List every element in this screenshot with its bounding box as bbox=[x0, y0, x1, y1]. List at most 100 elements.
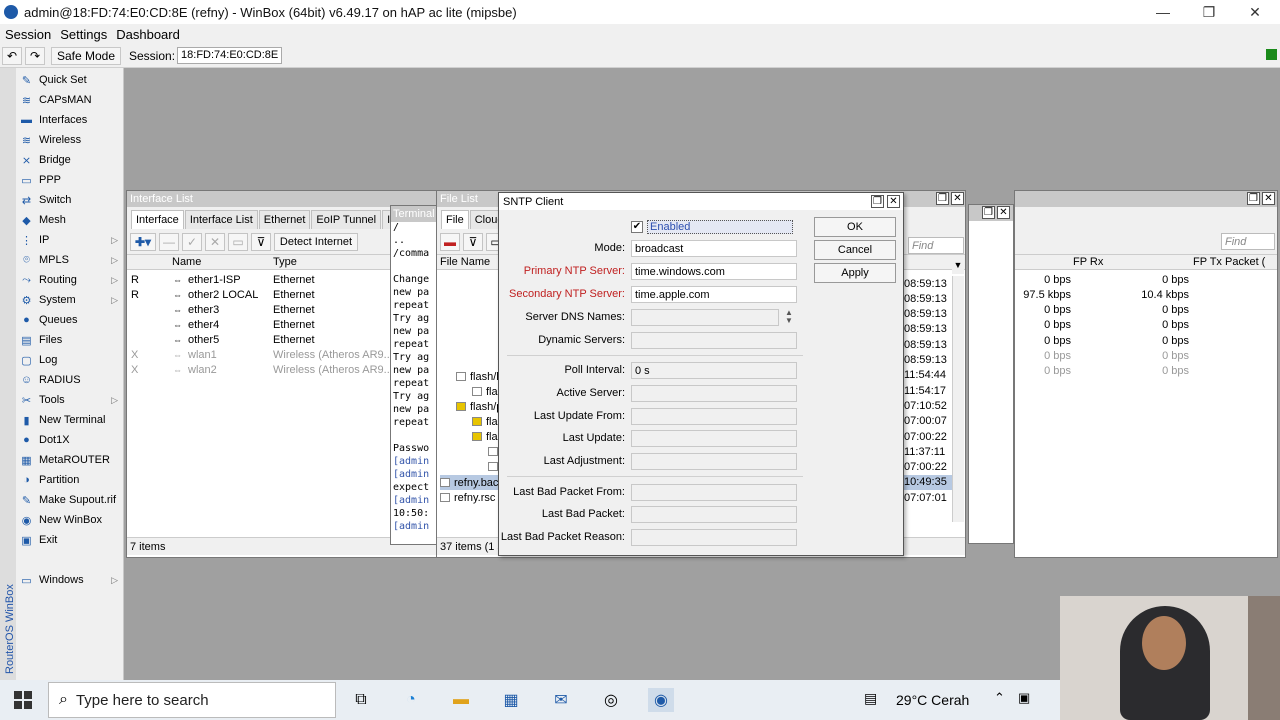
add-icon[interactable]: ✚▾ bbox=[130, 232, 156, 251]
cancel-button[interactable]: Cancel bbox=[814, 240, 896, 260]
tab-eoip-tunnel[interactable]: EoIP Tunnel bbox=[311, 210, 382, 229]
edge-icon[interactable]: ◔ bbox=[398, 688, 424, 712]
close-sntp-icon[interactable]: ✕ bbox=[887, 195, 900, 208]
traffic-find-input[interactable]: Find bbox=[1221, 233, 1275, 250]
obs-icon[interactable]: ◎ bbox=[598, 688, 624, 712]
sidebar-item-ip[interactable]: ⋮ IP ▷ bbox=[16, 230, 124, 250]
sidebar-item-system[interactable]: ⚙ System ▷ bbox=[16, 290, 124, 310]
column-name[interactable]: Name bbox=[172, 256, 201, 268]
enable-icon[interactable]: ✓ bbox=[182, 232, 202, 251]
primary-ntp-field[interactable]: time.windows.com bbox=[631, 263, 797, 280]
column-fp-tx[interactable]: FP Tx Packet ( bbox=[1193, 256, 1265, 268]
start-icon[interactable] bbox=[14, 691, 32, 709]
sidebar-item-radius[interactable]: ☺ RADIUS bbox=[16, 370, 124, 390]
remove-icon[interactable]: — bbox=[159, 232, 179, 251]
maximize-sntp-icon[interactable]: ❐ bbox=[871, 195, 884, 208]
sidebar-item-files[interactable]: ▤ Files bbox=[16, 330, 124, 350]
tab-interface[interactable]: Interface bbox=[131, 210, 184, 229]
file-filter-icon[interactable]: ⊽ bbox=[463, 232, 483, 251]
tray-network-icon[interactable]: ▣ bbox=[1018, 690, 1030, 706]
close-file-list-icon[interactable]: ✕ bbox=[951, 192, 964, 205]
tab-file[interactable]: File bbox=[441, 210, 469, 229]
file-row[interactable]: refny.bac bbox=[440, 475, 502, 490]
sidebar-item-dot1x[interactable]: ● Dot1X bbox=[16, 430, 124, 450]
taskbar-search[interactable]: ⌕ Type here to search bbox=[48, 682, 336, 718]
traffic-row[interactable]: 0 bps 0 bps bbox=[1015, 318, 1277, 333]
file-row[interactable]: flash/l bbox=[456, 369, 499, 384]
sidebar-item-switch[interactable]: ⇄ Switch bbox=[16, 190, 124, 210]
sidebar-item-routing[interactable]: ⤳ Routing ▷ bbox=[16, 270, 124, 290]
tab-ethernet[interactable]: Ethernet bbox=[258, 210, 311, 229]
maximize-blank-icon[interactable]: ❐ bbox=[982, 206, 995, 219]
sidebar-item-mesh[interactable]: ◆ Mesh bbox=[16, 210, 124, 230]
winbox-taskbar-icon[interactable]: ◉ bbox=[648, 688, 674, 712]
file-row[interactable]: refny.rsc bbox=[440, 490, 495, 505]
close-button[interactable]: ✕ bbox=[1232, 0, 1278, 24]
menu-session[interactable]: Session bbox=[5, 27, 51, 42]
sidebar-item-windows[interactable]: ▭ Windows ▷ bbox=[16, 570, 124, 590]
sidebar-item-tools[interactable]: ✂ Tools ▷ bbox=[16, 390, 124, 410]
sidebar-item-metarouter[interactable]: ▦ MetaROUTER bbox=[16, 450, 124, 470]
sidebar-item-new-winbox[interactable]: ◉ New WinBox bbox=[16, 510, 124, 530]
sidebar-item-wireless[interactable]: ≋ Wireless bbox=[16, 130, 124, 150]
sidebar-item-mpls[interactable]: ⌾ MPLS ▷ bbox=[16, 250, 124, 270]
ok-button[interactable]: OK bbox=[814, 217, 896, 237]
apply-button[interactable]: Apply bbox=[814, 263, 896, 283]
file-explorer-icon[interactable]: ▬ bbox=[448, 688, 474, 712]
sntp-titlebar[interactable]: SNTP Client ❐ ✕ bbox=[499, 193, 903, 210]
sidebar-item-queues[interactable]: ● Queues bbox=[16, 310, 124, 330]
sidebar-item-bridge[interactable]: ⨯ Bridge bbox=[16, 150, 124, 170]
undo-button[interactable]: ↶ bbox=[2, 46, 22, 65]
secondary-ntp-field[interactable]: time.apple.com bbox=[631, 286, 797, 303]
redo-button[interactable]: ↷ bbox=[25, 46, 45, 65]
remove-file-icon[interactable]: ▬ bbox=[440, 232, 460, 251]
menu-settings[interactable]: Settings bbox=[60, 27, 107, 42]
dns-names-spin-icon[interactable]: ▲ ▼ bbox=[783, 309, 795, 326]
traffic-titlebar[interactable]: ❐ ✕ bbox=[1015, 191, 1277, 207]
column-fp-rx[interactable]: FP Rx bbox=[1073, 256, 1103, 268]
disable-icon[interactable]: ✕ bbox=[205, 232, 225, 251]
traffic-row[interactable]: 0 bps 0 bps bbox=[1015, 272, 1277, 287]
file-find-input[interactable]: Find bbox=[908, 237, 964, 254]
traffic-row[interactable]: 0 bps 0 bps bbox=[1015, 333, 1277, 348]
blank-window-titlebar[interactable]: ❐ ✕ bbox=[969, 205, 1013, 221]
sidebar-item-make-supout-rif[interactable]: ✎ Make Supout.rif bbox=[16, 490, 124, 510]
comment-icon[interactable]: ▭ bbox=[228, 232, 248, 251]
task-view-icon[interactable]: ⧉ bbox=[348, 688, 374, 712]
sidebar-item-exit[interactable]: ▣ Exit bbox=[16, 530, 124, 550]
sidebar-item-quick-set[interactable]: ✎ Quick Set bbox=[16, 70, 124, 90]
sidebar-item-partition[interactable]: ◑ Partition bbox=[16, 470, 124, 490]
tab-interface-list[interactable]: Interface List bbox=[184, 210, 258, 229]
server-dns-names-field[interactable] bbox=[631, 309, 779, 326]
safe-mode-button[interactable]: Safe Mode bbox=[51, 46, 121, 65]
menu-dashboard[interactable]: Dashboard bbox=[116, 27, 180, 42]
sidebar-item-capsman[interactable]: ≋ CAPsMAN bbox=[16, 90, 124, 110]
maximize-button[interactable]: ❐ bbox=[1186, 0, 1232, 24]
maximize-file-list-icon[interactable]: ❐ bbox=[936, 192, 949, 205]
column-type[interactable]: Type bbox=[273, 256, 297, 268]
maximize-traffic-icon[interactable]: ❐ bbox=[1247, 192, 1260, 205]
minimize-button[interactable]: — bbox=[1140, 0, 1186, 24]
store-icon[interactable]: ▦ bbox=[498, 688, 524, 712]
file-column-dropdown-icon[interactable]: ▼ bbox=[952, 260, 964, 274]
traffic-row[interactable]: 0 bps 0 bps bbox=[1015, 364, 1277, 379]
mode-select[interactable]: broadcast bbox=[631, 240, 797, 257]
sidebar-item-interfaces[interactable]: ▬ Interfaces bbox=[16, 110, 124, 130]
sidebar-item-log[interactable]: ▢ Log bbox=[16, 350, 124, 370]
session-field[interactable]: 18:FD:74:E0:CD:8E bbox=[177, 47, 283, 64]
mail-icon[interactable]: ✉ bbox=[548, 688, 574, 712]
sidebar-item-ppp[interactable]: ▭ PPP bbox=[16, 170, 124, 190]
traffic-row[interactable]: 0 bps 0 bps bbox=[1015, 349, 1277, 364]
filter-icon[interactable]: ⊽ bbox=[251, 232, 271, 251]
column-file-name[interactable]: File Name bbox=[440, 256, 490, 268]
close-blank-icon[interactable]: ✕ bbox=[997, 206, 1010, 219]
enabled-checkbox[interactable]: ✔ bbox=[631, 220, 643, 233]
file-row[interactable]: flash/p bbox=[456, 399, 502, 414]
enabled-checkbox-row[interactable]: ✔ Enabled bbox=[631, 219, 797, 234]
weather-text[interactable]: 29°C Cerah bbox=[896, 692, 969, 708]
file-scrollbar[interactable] bbox=[952, 276, 964, 522]
tray-chevron-icon[interactable]: ⌃ bbox=[994, 690, 1005, 706]
traffic-row[interactable]: 97.5 kbps 10.4 kbps bbox=[1015, 287, 1277, 302]
detect-internet-button[interactable]: Detect Internet bbox=[274, 232, 358, 251]
close-traffic-icon[interactable]: ✕ bbox=[1262, 192, 1275, 205]
